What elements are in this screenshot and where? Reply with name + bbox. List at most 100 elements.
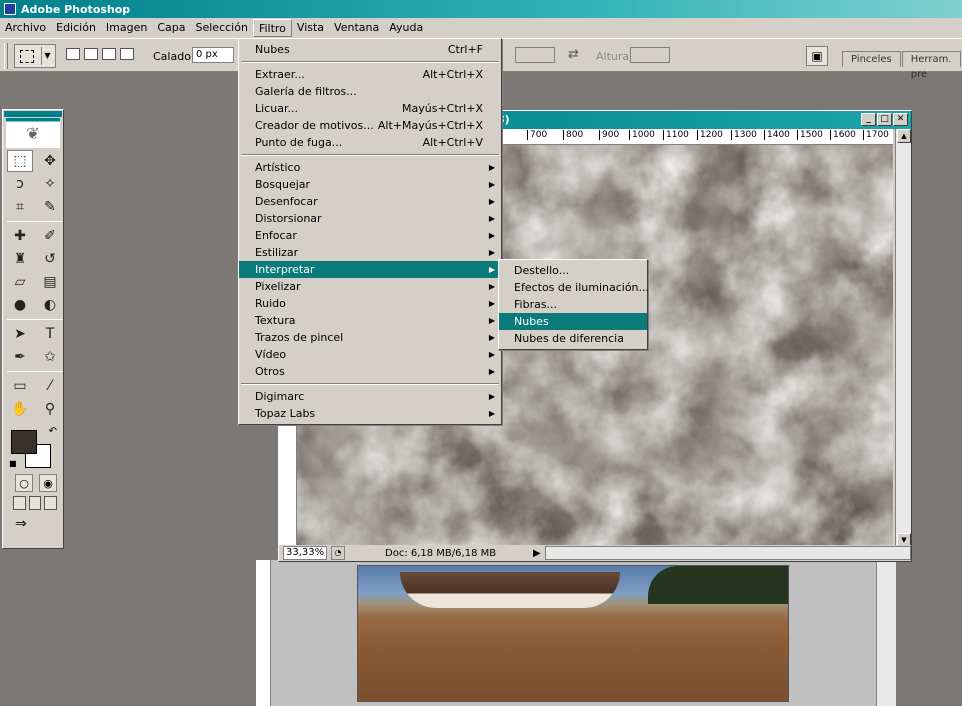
lasso-tool-icon[interactable]: ↄ [7, 173, 33, 195]
app-titlebar: Adobe Photoshop [0, 0, 962, 18]
close-icon[interactable]: ✕ [893, 113, 908, 126]
toolbox-header[interactable] [4, 111, 62, 117]
menu-item-label: Fibras... [514, 298, 558, 311]
menu-item-galeria[interactable]: Galería de filtros... [239, 83, 501, 100]
menu-edicion[interactable]: Edición [51, 19, 101, 37]
minimize-icon[interactable]: _ [861, 113, 876, 126]
menu-item-bosquejar[interactable]: Bosquejar ▶ [239, 176, 501, 193]
marquee-tool-icon[interactable]: ⬚ [7, 150, 33, 172]
hand-tool-icon[interactable]: ✋ [7, 398, 33, 420]
menu-item-topaz-labs[interactable]: Topaz Labs ▶ [239, 405, 501, 422]
height-field[interactable] [630, 47, 670, 63]
menu-imagen[interactable]: Imagen [101, 19, 152, 37]
history-brush-icon[interactable]: ↺ [37, 248, 63, 270]
menu-item-digimarc[interactable]: Digimarc ▶ [239, 388, 501, 405]
vertical-scrollbar[interactable] [876, 560, 896, 706]
shape-tool-icon[interactable]: ✩ [37, 346, 63, 368]
menu-item-licuar[interactable]: Licuar... Mayús+Ctrl+X [239, 100, 501, 117]
type-tool-icon[interactable]: T [37, 323, 63, 345]
menu-item-video[interactable]: Vídeo ▶ [239, 346, 501, 363]
menu-archivo[interactable]: Archivo [0, 19, 51, 37]
eyedropper-tool-icon[interactable]: ⁄ [37, 375, 63, 397]
menu-item-artistico[interactable]: Artístico ▶ [239, 159, 501, 176]
menu-ayuda[interactable]: Ayuda [384, 19, 428, 37]
path-selection-icon[interactable]: ➤ [7, 323, 33, 345]
menu-item-textura[interactable]: Textura ▶ [239, 312, 501, 329]
menu-seleccion[interactable]: Selección [191, 19, 253, 37]
screen-mode-standard-icon[interactable] [13, 496, 26, 510]
magic-wand-icon[interactable]: ✧ [37, 173, 63, 195]
pen-tool-icon[interactable]: ✒ [7, 346, 33, 368]
swap-colors-icon[interactable]: ↶ [49, 426, 57, 437]
zoom-field[interactable]: 33,33% [283, 546, 327, 560]
clone-stamp-icon[interactable]: ♜ [7, 248, 33, 270]
submenu-arrow-icon: ▶ [488, 282, 495, 291]
menu-item-last-filter[interactable]: Nubes Ctrl+F [239, 41, 501, 58]
submenu-item-destello[interactable]: Destello... [499, 262, 647, 279]
submenu-item-fibras[interactable]: Fibras... [499, 296, 647, 313]
new-selection-icon[interactable] [66, 48, 80, 60]
width-field[interactable] [515, 47, 555, 63]
menu-item-punto-fuga[interactable]: Punto de fuga... Alt+Ctrl+V [239, 134, 501, 151]
menu-item-desenfocar[interactable]: Desenfocar ▶ [239, 193, 501, 210]
maximize-icon[interactable]: □ [877, 113, 892, 126]
options-grip[interactable] [4, 43, 8, 69]
menu-item-enfocar[interactable]: Enfocar ▶ [239, 227, 501, 244]
palette-well: Pinceles Herram. pre [842, 51, 962, 80]
menu-filtro[interactable]: Filtro [252, 19, 292, 37]
crop-tool-icon[interactable]: ⌗ [7, 196, 33, 218]
feather-input[interactable]: 0 px [192, 47, 234, 63]
quickmask-mode-icon[interactable]: ◉ [39, 474, 57, 492]
submenu-item-nubes-diferencia[interactable]: Nubes de diferencia [499, 330, 647, 347]
notes-tool-icon[interactable]: ▭ [7, 375, 33, 397]
menu-item-trazos-pincel[interactable]: Trazos de pincel ▶ [239, 329, 501, 346]
menu-item-extraer[interactable]: Extraer... Alt+Ctrl+X [239, 66, 501, 83]
menu-item-label: Digimarc [255, 390, 305, 403]
zoom-tool-icon[interactable]: ⚲ [37, 398, 63, 420]
menu-item-distorsionar[interactable]: Distorsionar ▶ [239, 210, 501, 227]
trees [648, 566, 788, 604]
menu-item-creador-motivos[interactable]: Creador de motivos... Alt+Mayús+Ctrl+X [239, 117, 501, 134]
healing-brush-icon[interactable]: ✚ [7, 225, 33, 247]
screen-mode-full-icon[interactable] [44, 496, 58, 510]
menu-ventana[interactable]: Ventana [329, 19, 384, 37]
eraser-tool-icon[interactable]: ▱ [7, 271, 33, 293]
scroll-up-icon[interactable]: ▲ [897, 129, 911, 143]
tool-preset-picker[interactable]: ▼ [14, 44, 56, 68]
feather-logo-icon[interactable]: ❦ [6, 118, 60, 148]
move-tool-icon[interactable]: ✥ [37, 150, 63, 172]
status-menu-arrow-icon[interactable]: ▶ [533, 548, 541, 559]
menu-item-interpretar[interactable]: Interpretar ▶ [239, 261, 501, 278]
horizontal-scrollbar[interactable] [544, 546, 911, 560]
menu-vista[interactable]: Vista [292, 19, 329, 37]
vertical-scrollbar[interactable]: ▲ ▼ [895, 129, 911, 547]
screen-mode-maximized-icon[interactable] [28, 496, 42, 510]
brush-tool-icon[interactable]: ✐ [37, 225, 63, 247]
swap-icon[interactable]: ⇄ [568, 47, 579, 62]
submenu-item-nubes[interactable]: Nubes [499, 313, 647, 330]
foreground-color[interactable] [11, 430, 37, 454]
submenu-item-efectos-iluminacion[interactable]: Efectos de iluminación... [499, 279, 649, 296]
intersect-selection-icon[interactable] [120, 48, 134, 60]
menu-item-ruido[interactable]: Ruido ▶ [239, 295, 501, 312]
file-browser-icon[interactable]: ▣ [806, 46, 828, 66]
submenu-arrow-icon: ▶ [488, 409, 495, 418]
menu-item-otros[interactable]: Otros ▶ [239, 363, 501, 380]
default-colors-icon[interactable]: ■ [9, 459, 17, 468]
menu-item-estilizar[interactable]: Estilizar ▶ [239, 244, 501, 261]
ruler-mark: 1000 [629, 130, 655, 140]
slice-tool-icon[interactable]: ✎ [37, 196, 63, 218]
jump-to-imageready-icon[interactable]: ⇒ [3, 510, 63, 532]
tool-grid: ⬚ ✥ ↄ ✧ ⌗ ✎ ✚ ✐ ♜ ↺ ▱ ▤ ● ◐ ➤ T ✒ ✩ ▭ ⁄ … [3, 150, 63, 420]
tab-pinceles[interactable]: Pinceles [842, 51, 901, 67]
tab-herram-pre[interactable]: Herram. pre [901, 51, 961, 80]
gradient-tool-icon[interactable]: ▤ [37, 271, 63, 293]
dodge-tool-icon[interactable]: ◐ [37, 294, 63, 316]
preview-icon[interactable]: ◔ [331, 546, 345, 560]
add-selection-icon[interactable] [84, 48, 98, 60]
subtract-selection-icon[interactable] [102, 48, 116, 60]
menu-capa[interactable]: Capa [152, 19, 190, 37]
menu-item-pixelizar[interactable]: Pixelizar ▶ [239, 278, 501, 295]
standard-mode-icon[interactable]: ○ [15, 474, 33, 492]
blur-tool-icon[interactable]: ● [7, 294, 33, 316]
